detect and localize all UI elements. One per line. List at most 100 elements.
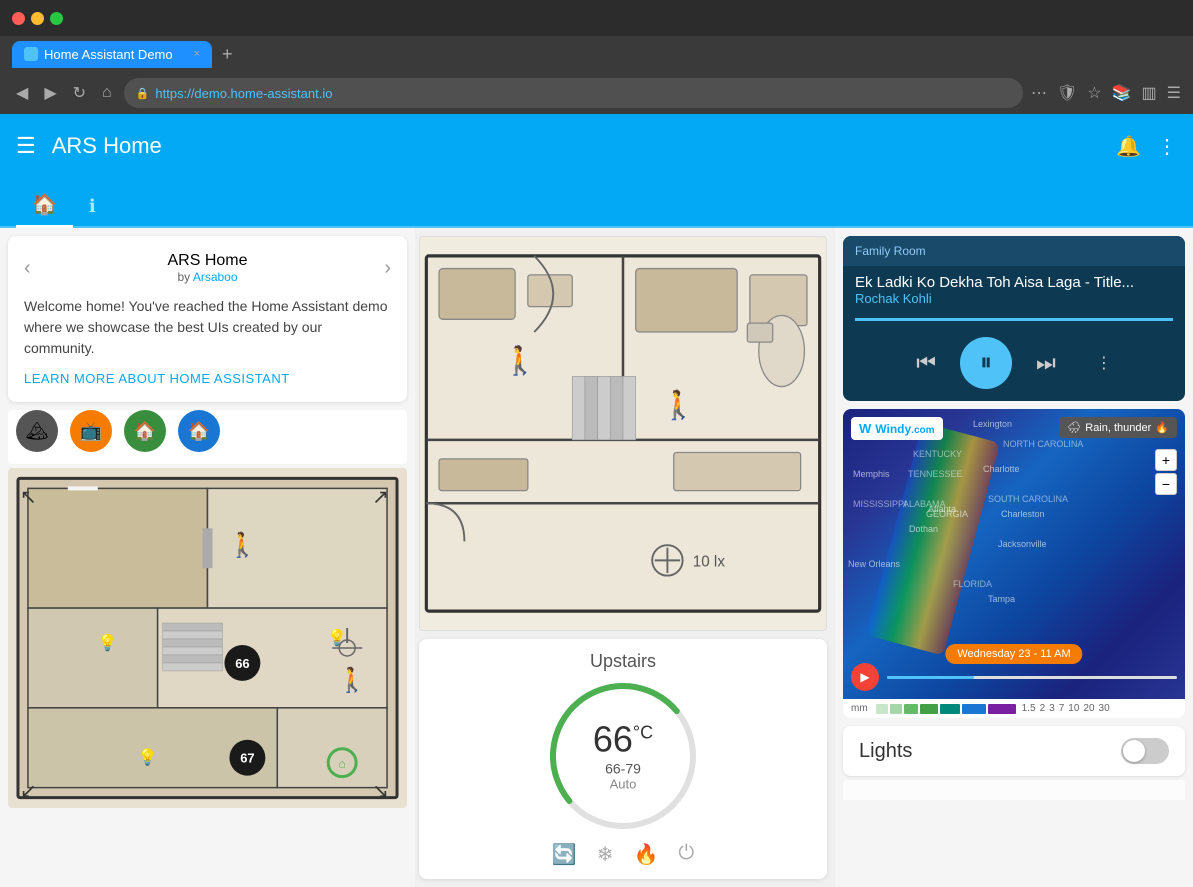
- left-floorplan: 🚶 🚶 💡 💡 💡 ↖ ↗ ↙ ↘ 66 67 ⌂: [8, 468, 407, 808]
- weather-progress-track[interactable]: [887, 676, 1177, 679]
- community-icon-2[interactable]: 🏠: [124, 410, 166, 452]
- scale-val-2: 2: [1040, 703, 1046, 714]
- thermo-power-icon[interactable]: ⏻: [678, 842, 694, 867]
- extensions-icon[interactable]: ⋯: [1031, 83, 1047, 103]
- light-icon-1: 💡: [98, 633, 118, 652]
- address-bar[interactable]: 🔒 https://demo.home-assistant.io: [124, 78, 1023, 108]
- reload-button[interactable]: ↻: [69, 79, 90, 107]
- prev-arrow-button[interactable]: ‹: [24, 257, 31, 280]
- new-tab-button[interactable]: +: [216, 44, 239, 65]
- address-bar-row: ◀ ▶ ↻ ⌂ 🔒 https://demo.home-assistant.io…: [0, 72, 1193, 114]
- library-icon[interactable]: 📚: [1112, 83, 1132, 103]
- community-icon-0[interactable]: 🏔: [16, 410, 58, 452]
- person-icon-1: 🚶: [227, 531, 257, 559]
- community-icons: 🏔 📺 🏠 🏠: [16, 410, 399, 452]
- state-florida: FLORIDA: [953, 579, 992, 589]
- media-more-button[interactable]: ⋮: [1096, 353, 1112, 373]
- state-alabama: ALABAMA: [903, 499, 946, 509]
- thermo-flame-icon[interactable]: 🔥: [633, 842, 658, 867]
- media-progress-bar: [855, 318, 1173, 321]
- info-description: Welcome home! You've reached the Home As…: [24, 296, 391, 359]
- author-link[interactable]: Arsaboo: [193, 270, 238, 284]
- scale-3: [904, 704, 918, 714]
- media-next-button[interactable]: ⏭: [1036, 350, 1056, 376]
- community-icon-3[interactable]: 🏠: [178, 410, 220, 452]
- thermostat-temp-display: 66°C 66-79 Auto: [593, 719, 653, 792]
- scale-5: [940, 704, 960, 714]
- main-person-2: 🚶: [661, 388, 696, 421]
- header-icons: 🔔 ⋮: [1116, 134, 1177, 159]
- tab-close-button[interactable]: ×: [194, 48, 200, 60]
- toggle-knob: [1123, 740, 1145, 762]
- sidebar-icon[interactable]: ▥: [1142, 83, 1157, 103]
- light-icon-2: 💡: [327, 628, 347, 647]
- state-mississippi: MISSISSIPPI: [853, 499, 907, 509]
- media-prev-button[interactable]: ⏮: [916, 350, 936, 376]
- thermostat-degrees: 66: [593, 719, 633, 760]
- corner-arrow-br: ↘: [372, 781, 389, 803]
- active-tab[interactable]: Home Assistant Demo ×: [12, 41, 212, 68]
- community-icons-row: 🏔 📺 🏠 🏠: [8, 410, 407, 464]
- thermostat-card: Upstairs 66°C 66-79 Auto 🔄 ❄ 🔥 ⏻: [419, 639, 827, 879]
- house-icon: 🏠: [32, 192, 57, 217]
- tab-floorplan[interactable]: 🏠: [16, 184, 73, 228]
- person-icon-2: 🚶: [337, 666, 367, 694]
- weather-play-button[interactable]: ▶: [851, 663, 879, 691]
- next-row-partial: [843, 780, 1185, 800]
- media-artist-name: Rochak Kohli: [843, 291, 1185, 314]
- title-bar: [0, 0, 1193, 36]
- thermostat-name: Upstairs: [590, 651, 656, 672]
- bookmark-icon[interactable]: ☆: [1087, 83, 1101, 103]
- state-kentucky: KENTUCKY: [913, 449, 962, 459]
- minimize-window-button[interactable]: [31, 12, 44, 25]
- city-memphis: Memphis: [853, 469, 890, 479]
- tab-info[interactable]: ℹ: [73, 188, 112, 228]
- middle-panel: 🚶 🚶 10 lx Upstairs: [415, 228, 835, 887]
- state-nc: NORTH CAROLINA: [1003, 439, 1083, 449]
- main-person-1: 🚶: [502, 344, 537, 377]
- learn-more-link[interactable]: LEARN MORE ABOUT HOME ASSISTANT: [24, 371, 391, 386]
- notification-bell-icon[interactable]: 🔔: [1116, 134, 1141, 159]
- media-song-title: Ek Ladki Ko Dekha Toh Aisa Laga - Title.…: [843, 266, 1185, 291]
- forward-button[interactable]: ▶: [40, 79, 60, 107]
- thermo-snow-icon[interactable]: ❄: [597, 842, 614, 867]
- thermo-refresh-icon[interactable]: 🔄: [552, 842, 577, 867]
- scale-val-3: 3: [1049, 703, 1055, 714]
- corner-arrow-tr: ↗: [372, 486, 389, 508]
- light-icon-3: 💡: [138, 748, 158, 767]
- scale-2: [890, 704, 902, 714]
- menu-icon[interactable]: ☰: [1167, 83, 1181, 103]
- app: ☰ ARS Home 🔔 ⋮ 🏠 ℹ: [0, 114, 1193, 228]
- by-text: by: [177, 270, 192, 284]
- windy-logo: W: [859, 421, 871, 436]
- browser-chrome: Home Assistant Demo × + ◀ ▶ ↻ ⌂ 🔒 https:…: [0, 0, 1193, 114]
- scale-val-1: 1.5: [1022, 703, 1036, 714]
- scale-7: [988, 704, 1016, 714]
- community-icon-1[interactable]: 📺: [70, 410, 112, 452]
- back-button[interactable]: ◀: [12, 79, 32, 107]
- svg-text:⌂: ⌂: [339, 757, 346, 771]
- browser-nav-icons: ⋯ 🛡 ☆ 📚 ▥ ☰: [1031, 83, 1181, 103]
- zoom-in-button[interactable]: +: [1155, 449, 1177, 471]
- scale-val-6: 20: [1083, 703, 1094, 714]
- weather-map[interactable]: Lexington KENTUCKY NORTH CAROLINA Memphi…: [843, 409, 1185, 699]
- scale-val-7: 30: [1099, 703, 1110, 714]
- hamburger-menu[interactable]: ☰: [16, 133, 36, 159]
- city-charleston: Charleston: [1001, 509, 1045, 519]
- media-pause-button[interactable]: ⏸: [960, 337, 1012, 389]
- thermostat-ring[interactable]: 66°C 66-79 Auto: [543, 676, 703, 834]
- close-window-button[interactable]: [12, 12, 25, 25]
- header-more-icon[interactable]: ⋮: [1157, 134, 1177, 159]
- home-button[interactable]: ⌂: [98, 80, 116, 106]
- scale-val-4: 7: [1059, 703, 1065, 714]
- weather-progress-fill: [887, 676, 974, 679]
- lights-row: Lights: [843, 726, 1185, 776]
- fullscreen-window-button[interactable]: [50, 12, 63, 25]
- zoom-out-button[interactable]: −: [1155, 473, 1177, 495]
- info-card: ‹ ARS Home by Arsaboo › Welcome home! Yo…: [8, 236, 407, 402]
- city-new-orleans: New Orleans: [848, 559, 900, 569]
- lights-toggle[interactable]: [1121, 738, 1169, 764]
- info-card-header: ‹ ARS Home by Arsaboo ›: [24, 252, 391, 284]
- weather-alert-text: Rain, thunder: [1085, 422, 1151, 434]
- next-arrow-button[interactable]: ›: [384, 257, 391, 280]
